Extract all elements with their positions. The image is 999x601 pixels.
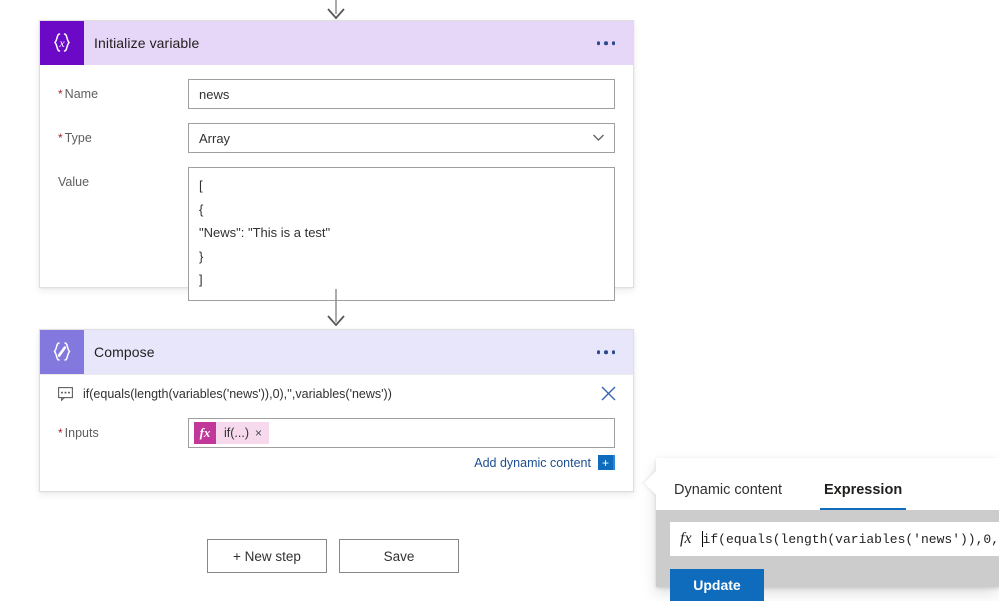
value-textarea[interactable]: [ { "News": "This is a test" } ] (188, 167, 615, 301)
flyout-beak (644, 470, 657, 496)
connector-middle (316, 289, 356, 329)
flyout-body: fx if(equals(length(variables('news')),0… (656, 510, 999, 601)
dot (611, 41, 615, 45)
dot (611, 350, 615, 354)
card-title-initialize-variable: Initialize variable (94, 35, 200, 51)
new-step-button[interactable]: + New step (207, 539, 327, 573)
field-label-type: * Type (58, 131, 92, 145)
svg-text:x: x (58, 36, 65, 50)
expression-preview-text: if(equals(length(variables('news')),0),'… (83, 386, 392, 401)
expression-token[interactable]: fx if(...) × (194, 422, 270, 444)
value-line: ] (199, 272, 203, 287)
arrow-down-icon (327, 289, 345, 327)
flyout-tabs: Dynamic content Expression (656, 458, 999, 510)
add-dynamic-content-link[interactable]: Add dynamic content (474, 456, 591, 470)
inputs-field[interactable]: fx if(...) × (188, 418, 615, 448)
card-title-compose: Compose (94, 344, 155, 360)
tooltip-icon (58, 386, 73, 401)
save-button[interactable]: Save (339, 539, 459, 573)
connector-top (316, 0, 356, 22)
value-line: } (199, 248, 204, 264)
dot (604, 41, 608, 45)
action-card-compose[interactable]: Compose if(equals(length(variables('news… (39, 329, 634, 492)
required-asterisk: * (58, 87, 63, 101)
required-asterisk: * (58, 426, 63, 440)
field-label-name: * Name (58, 87, 99, 101)
card-header-initialize-variable[interactable]: x Initialize variable (40, 21, 633, 65)
expression-token-label: if(...) (224, 426, 249, 440)
tab-dynamic-content[interactable]: Dynamic content (670, 481, 786, 510)
close-icon[interactable] (600, 385, 617, 402)
value-line: [ (199, 178, 203, 193)
compose-braces-icon (40, 330, 84, 374)
tab-expression[interactable]: Expression (820, 481, 907, 510)
more-options-icon-compose[interactable] (595, 344, 618, 360)
field-row-inputs: * Inputs fx if(...) × Add dynamic content… (40, 418, 633, 470)
field-label-inputs: * Inputs (58, 426, 99, 440)
variable-braces-icon: x (40, 21, 84, 65)
expression-editor-value: if(equals(length(variables('news')),0, (702, 531, 999, 547)
value-line: { (199, 201, 204, 217)
dot (596, 350, 600, 354)
fx-icon: fx (680, 530, 692, 547)
dot (604, 350, 608, 354)
card-body-initialize-variable: *Name *Type (40, 79, 633, 301)
expression-flyout-panel: Dynamic content Expression fx if(equals(… (644, 458, 999, 601)
add-icon[interactable]: + (598, 455, 615, 470)
action-card-initialize-variable[interactable]: x Initialize variable * Name news * Type… (39, 20, 634, 301)
arrow-down-icon (327, 0, 345, 20)
type-select[interactable] (188, 123, 615, 153)
dot (596, 41, 600, 45)
field-label-value: Value (58, 175, 90, 189)
add-dynamic-content-row: Add dynamic content + (188, 448, 615, 470)
field-row-value: Value [ { "News": "This is a test" } ] (40, 167, 633, 301)
remove-token-icon[interactable]: × (255, 427, 269, 439)
name-input[interactable] (188, 79, 615, 109)
card-header-compose[interactable]: Compose (40, 330, 633, 374)
field-row-name: * Name (40, 79, 633, 109)
footer-button-bar: + New step Save (207, 539, 459, 573)
field-row-type: * Type (40, 123, 633, 153)
update-button[interactable]: Update (670, 569, 764, 601)
value-line: "News": "This is a test" (199, 225, 331, 240)
required-asterisk: * (58, 131, 63, 145)
expression-editor-input[interactable]: fx if(equals(length(variables('news')),0… (670, 522, 999, 556)
expression-preview-row: if(equals(length(variables('news')),0),'… (40, 375, 633, 412)
more-options-icon-initialize-variable[interactable] (595, 35, 618, 51)
fx-icon: fx (194, 422, 216, 444)
